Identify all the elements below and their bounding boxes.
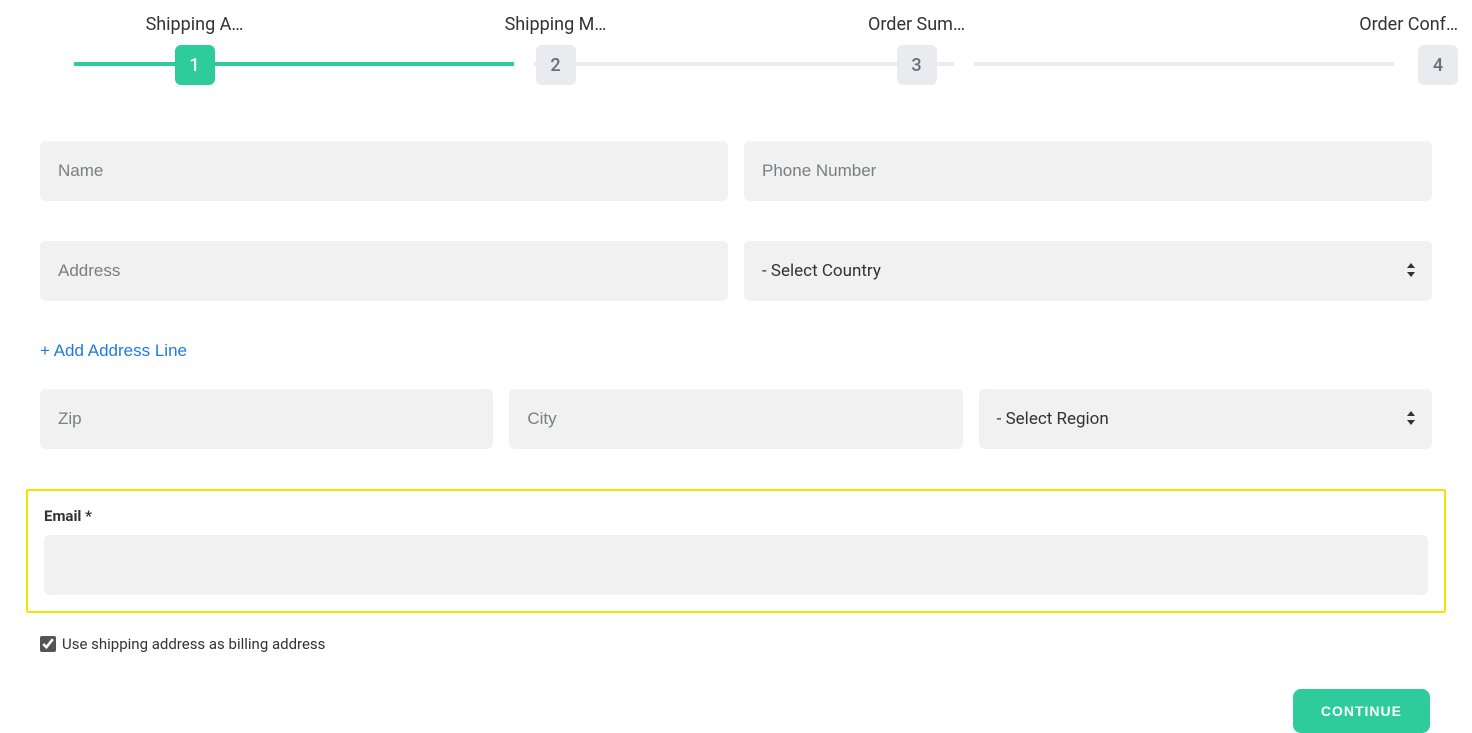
country-select[interactable]: - Select Country	[744, 241, 1432, 301]
continue-button[interactable]: CONTINUE	[1293, 689, 1430, 733]
email-label: Email *	[44, 507, 1428, 525]
email-highlight-box: Email *	[26, 489, 1446, 613]
name-input[interactable]	[40, 141, 728, 201]
step-connector-1	[74, 62, 514, 66]
zip-input[interactable]	[40, 389, 493, 449]
step-shipping-address[interactable]: Shipping A… 1	[14, 14, 375, 85]
region-select[interactable]: - Select Region	[979, 389, 1432, 449]
billing-same-row: Use shipping address as billing address	[40, 635, 1432, 653]
step-node: 4	[1418, 45, 1458, 85]
step-shipping-method[interactable]: Shipping M… 2	[375, 14, 736, 85]
step-order-summary[interactable]: Order Sum… 3	[736, 14, 1097, 85]
step-label: Order Conf…	[1359, 14, 1458, 35]
add-address-line-button[interactable]: + Add Address Line	[40, 341, 187, 361]
step-label: Shipping A…	[146, 14, 244, 35]
step-node: 2	[536, 45, 576, 85]
step-node: 3	[897, 45, 937, 85]
phone-input[interactable]	[744, 141, 1432, 201]
country-select-value: - Select Country	[744, 241, 1432, 301]
step-order-confirmation[interactable]: Order Conf… 4	[1097, 14, 1458, 85]
checkout-stepper: Shipping A… 1 Shipping M… 2 Order Sum… 3…	[14, 14, 1458, 85]
email-input[interactable]	[44, 535, 1428, 595]
step-connector-2	[534, 62, 954, 66]
billing-same-label: Use shipping address as billing address	[62, 635, 325, 653]
billing-same-checkbox[interactable]	[40, 636, 56, 652]
shipping-address-form: - Select Country + Add Address Line - Se…	[14, 141, 1458, 733]
city-input[interactable]	[509, 389, 962, 449]
step-node: 1	[175, 45, 215, 85]
address-input[interactable]	[40, 241, 728, 301]
step-label: Shipping M…	[505, 14, 607, 35]
region-select-value: - Select Region	[979, 389, 1432, 449]
step-label: Order Sum…	[868, 14, 965, 35]
step-connector-3	[974, 62, 1394, 66]
